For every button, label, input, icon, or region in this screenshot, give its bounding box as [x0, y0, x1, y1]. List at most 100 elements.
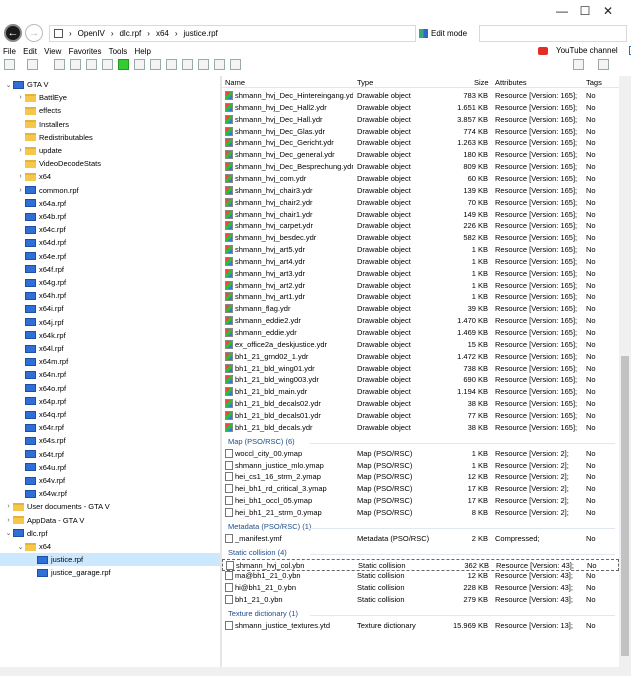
- tree-item[interactable]: x64p.rpf: [0, 395, 220, 408]
- file-row[interactable]: shmann_hvj_Dec_Hall2.ydr Drawable object 1…: [222, 102, 619, 114]
- file-row[interactable]: bh1_21_grnd02_1.ydr Drawable object 1.472 …: [222, 351, 619, 363]
- column-size[interactable]: Size: [474, 78, 489, 87]
- file-row[interactable]: shmann_hvj_Dec_Glas.ydr Drawable object 77…: [222, 126, 619, 138]
- tree-item[interactable]: x64c.rpf: [0, 223, 220, 236]
- file-row[interactable]: shmann_hvj_chair1.ydr Drawable object 149 …: [222, 209, 619, 221]
- preview-pane-icon[interactable]: [598, 59, 609, 70]
- file-row[interactable]: shmann_justice_mlo.ymap Map (PSO/RSC) 1 KB…: [222, 460, 619, 472]
- tree-item[interactable]: x64w.rpf: [0, 487, 220, 500]
- file-row[interactable]: bh1_21_bld_decals02.ydr Drawable object 38…: [222, 398, 619, 410]
- menu-tools[interactable]: Tools: [109, 47, 128, 56]
- file-row[interactable]: shmann_hvj_col.ybn Static collision 362 KB…: [222, 558, 619, 571]
- tree-item[interactable]: x64b.rpf: [0, 210, 220, 223]
- vertical-scrollbar[interactable]: [619, 76, 631, 667]
- file-row[interactable]: hi@bh1_21_0.ybn Static collision 228 KB Res…: [222, 582, 619, 594]
- document-icon[interactable]: [182, 59, 193, 70]
- file-row[interactable]: bh1_21_bld_decals.ydr Drawable object 38 K…: [222, 422, 619, 434]
- file-row[interactable]: bh1_21_bld_wing01.ydr Drawable object 738 …: [222, 363, 619, 375]
- file-row[interactable]: bh1_21_bld_decals01.ydr Drawable object 77…: [222, 410, 619, 422]
- back-icon[interactable]: ←: [4, 24, 22, 42]
- export-icon[interactable]: [102, 59, 113, 70]
- file-row[interactable]: shmann_hvj_Dec_Hall.ydr Drawable object 3.…: [222, 114, 619, 126]
- file-row[interactable]: bh1_21_bld_main.ydr Drawable object 1.194 …: [222, 386, 619, 398]
- file-row[interactable]: shmann_hvj_chair2.ydr Drawable object 70 K…: [222, 197, 619, 209]
- file-row[interactable]: _manifest.ymf Metadata (PSO/RSC) 2 KB Compr…: [222, 533, 619, 545]
- address-bar[interactable]: › OpenIV › dlc.rpf › x64 › justice.rpf: [49, 25, 416, 42]
- open-icon[interactable]: [27, 59, 38, 70]
- image-icon[interactable]: [86, 59, 97, 70]
- youtube-channel-link[interactable]: YouTube channel: [538, 46, 631, 55]
- expand-arrow-icon[interactable]: ›: [4, 517, 13, 524]
- file-row[interactable]: bh1_21_0.ybn Static collision 279 KB Resour…: [222, 594, 619, 606]
- file-row[interactable]: shmann_hvj_art4.ydr Drawable object 1 KB Re…: [222, 256, 619, 268]
- tree-item[interactable]: x64l.rpf: [0, 342, 220, 355]
- tree-item[interactable]: x64m.rpf: [0, 355, 220, 368]
- rebuild-icon[interactable]: [230, 59, 241, 70]
- tree-item[interactable]: ⌄ GTA V: [0, 78, 220, 91]
- tree-item[interactable]: x64a.rpf: [0, 197, 220, 210]
- file-row[interactable]: shmann_hvj_art2.ydr Drawable object 1 KB Re…: [222, 280, 619, 292]
- tree-item[interactable]: › common.rpf: [0, 184, 220, 197]
- column-name[interactable]: Name: [225, 78, 245, 87]
- group-header[interactable]: Map (PSO/RSC) (6): [228, 437, 295, 446]
- expand-arrow-icon[interactable]: ›: [4, 503, 13, 510]
- group-header[interactable]: Metadata (PSO/RSC) (1): [228, 522, 311, 531]
- group-header[interactable]: Static collision (4): [228, 548, 287, 557]
- tree-item[interactable]: x64j.rpf: [0, 316, 220, 329]
- file-row[interactable]: bh1_21_bld_wing003.ydr Drawable object 690…: [222, 374, 619, 386]
- copy-icon[interactable]: [150, 59, 161, 70]
- file-row[interactable]: ma@bh1_21_0.ybn Static collision 12 KB Reso…: [222, 570, 619, 582]
- file-row[interactable]: shmann_hvj_art5.ydr Drawable object 1 KB Re…: [222, 244, 619, 256]
- tree-item[interactable]: x64t.rpf: [0, 448, 220, 461]
- menu-help[interactable]: Help: [135, 47, 151, 56]
- breadcrumb-dlc[interactable]: dlc.rpf: [119, 29, 141, 38]
- file-row[interactable]: ex_office2a_deskjustice.ydr Drawable obje…: [222, 339, 619, 351]
- tree-item[interactable]: x64u.rpf: [0, 461, 220, 474]
- column-attributes[interactable]: Attributes: [495, 78, 527, 87]
- file-row[interactable]: shmann_hvj_besdec.ydr Drawable object 582 …: [222, 232, 619, 244]
- file-row[interactable]: shmann_eddie.ydr Drawable object 1.469 KB R…: [222, 327, 619, 339]
- expand-arrow-icon[interactable]: ›: [16, 147, 25, 154]
- file-row[interactable]: shmann_hvj_com.ydr Drawable object 60 KB Re…: [222, 173, 619, 185]
- close-button[interactable]: ✕: [585, 0, 631, 22]
- tree-item[interactable]: › AppData - GTA V: [0, 514, 220, 527]
- menu-file[interactable]: File: [3, 47, 16, 56]
- file-row[interactable]: shmann_hvj_art3.ydr Drawable object 1 KB Re…: [222, 268, 619, 280]
- tree-item[interactable]: x64s.rpf: [0, 434, 220, 447]
- file-row[interactable]: woccl_city_00.ymap Map (PSO/RSC) 1 KB Resou…: [222, 448, 619, 460]
- forward-icon[interactable]: →: [25, 24, 43, 42]
- tree-item[interactable]: x64d.rpf: [0, 236, 220, 249]
- search-input[interactable]: [479, 25, 627, 42]
- file-row[interactable]: hei_bh1_rd_critical_3.ymap Map (PSO/RSC) 1…: [222, 483, 619, 495]
- file-row[interactable]: shmann_hvj_Dec_Gericht.ydr Drawable objec…: [222, 137, 619, 149]
- group-header[interactable]: Texture dictionary (1): [228, 609, 298, 618]
- menu-favorites[interactable]: Favorites: [69, 47, 102, 56]
- file-row[interactable]: hei_bh1_21_strm_0.ymap Map (PSO/RSC) 8 KB R…: [222, 507, 619, 519]
- edit-mode-button[interactable]: Edit mode: [419, 25, 477, 42]
- tree-item[interactable]: effects: [0, 104, 220, 117]
- tree-item[interactable]: x64i.rpf: [0, 302, 220, 315]
- file-row[interactable]: shmann_hvj_chair3.ydr Drawable object 139 …: [222, 185, 619, 197]
- expand-arrow-icon[interactable]: ›: [16, 173, 25, 180]
- tree-item[interactable]: x64q.rpf: [0, 408, 220, 421]
- tree-item[interactable]: › update: [0, 144, 220, 157]
- tree-item[interactable]: ⌄ x64: [0, 540, 220, 553]
- tree-item[interactable]: Installers: [0, 118, 220, 131]
- menu-edit[interactable]: Edit: [23, 47, 37, 56]
- view-mode-icon[interactable]: [573, 59, 584, 70]
- tree-item[interactable]: VideoDecodeStats: [0, 157, 220, 170]
- tree-item[interactable]: ⌄ dlc.rpf: [0, 527, 220, 540]
- tree-item[interactable]: x64h.rpf: [0, 289, 220, 302]
- tree-item[interactable]: x64g.rpf: [0, 276, 220, 289]
- column-type[interactable]: Type: [357, 78, 373, 87]
- new-icon[interactable]: [4, 59, 15, 70]
- file-row[interactable]: shmann_hvj_Dec_general.ydr Drawable objec…: [222, 149, 619, 161]
- file-row[interactable]: shmann_hvj_Dec_Hintereingang.ydr Drawable…: [222, 90, 619, 102]
- tree-item[interactable]: x64e.rpf: [0, 250, 220, 263]
- tree-item[interactable]: › x64: [0, 170, 220, 183]
- tree-item[interactable]: x64v.rpf: [0, 474, 220, 487]
- tree-item[interactable]: › BattlEye: [0, 91, 220, 104]
- tree-item[interactable]: x64k.rpf: [0, 329, 220, 342]
- expand-arrow-icon[interactable]: ⌄: [4, 529, 13, 537]
- file-row[interactable]: shmann_hvj_carpet.ydr Drawable object 226 …: [222, 220, 619, 232]
